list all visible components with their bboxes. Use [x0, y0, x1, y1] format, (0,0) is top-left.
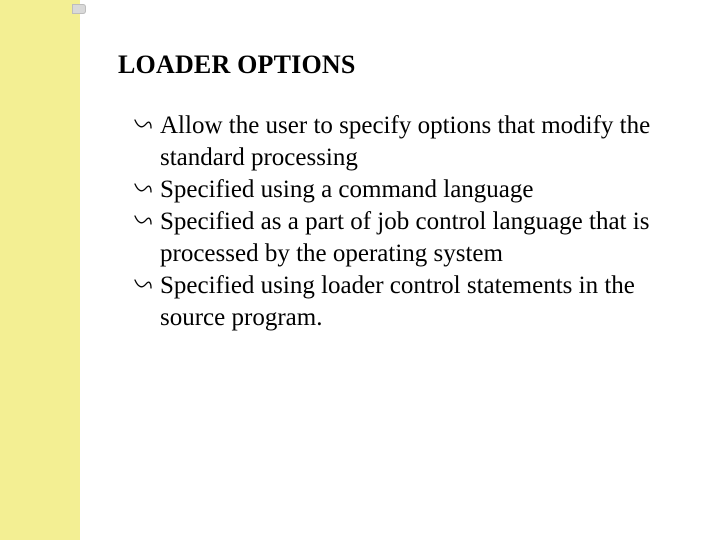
- list-item-text: Specified using a command language: [160, 176, 534, 203]
- list-item-text: Specified as a part of job control langu…: [160, 208, 649, 267]
- list-item: Specified as a part of job control langu…: [132, 206, 670, 270]
- slide-body: Allow the user to specify options that m…: [132, 110, 670, 334]
- curly-bullet-icon: [132, 212, 154, 230]
- list-item: Specified using a command language: [132, 174, 670, 206]
- curly-bullet-icon: [132, 276, 154, 294]
- list-item-text: Allow the user to specify options that m…: [160, 112, 650, 171]
- slide: LOADER OPTIONS Allow the user to specify…: [0, 0, 720, 540]
- slide-title: LOADER OPTIONS: [118, 50, 356, 80]
- side-decor-strip: [0, 0, 80, 540]
- side-tab: [72, 4, 86, 14]
- list-item-text: Specified using loader control statement…: [160, 272, 635, 331]
- list-item: Allow the user to specify options that m…: [132, 110, 670, 174]
- curly-bullet-icon: [132, 180, 154, 198]
- curly-bullet-icon: [132, 116, 154, 134]
- list-item: Specified using loader control statement…: [132, 270, 670, 334]
